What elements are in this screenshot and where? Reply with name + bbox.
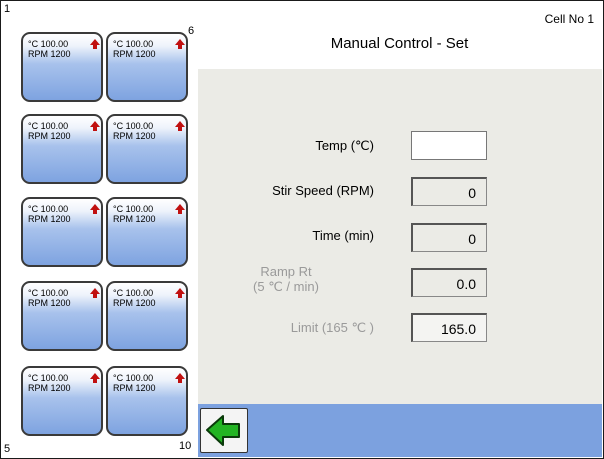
cell-temp: °C 100.00 [113, 204, 154, 214]
cell-6-button[interactable]: °C 100.00 RPM 1200 [106, 32, 188, 102]
corner-label-top-right: 6 [188, 25, 195, 37]
limit-field[interactable]: 165.0 [411, 313, 487, 342]
cell-rpm: RPM 1200 [113, 298, 156, 308]
cell-5-button[interactable]: °C 100.00 RPM 1200 [21, 366, 103, 436]
cell-3-button[interactable]: °C 100.00 RPM 1200 [21, 197, 103, 267]
cell-temp: °C 100.00 [28, 204, 69, 214]
cell-4-button[interactable]: °C 100.00 RPM 1200 [21, 281, 103, 351]
cell-temp: °C 100.00 [113, 121, 154, 131]
cell-rpm: RPM 1200 [28, 49, 71, 59]
cell-temp: °C 100.00 [28, 39, 69, 49]
header: Manual Control - Set Cell No 1 [197, 1, 602, 69]
cell-rpm: RPM 1200 [28, 383, 71, 393]
page-title: Manual Control - Set [330, 35, 469, 52]
ramp-rate-field[interactable]: 0.0 [411, 268, 487, 297]
cell-7-button[interactable]: °C 100.00 RPM 1200 [106, 114, 188, 184]
stir-speed-label: Stir Speed (RPM) [272, 183, 374, 198]
corner-label-bottom-left: 5 [4, 443, 11, 455]
time-field[interactable]: 0 [411, 223, 487, 252]
cell-9-button[interactable]: °C 100.00 RPM 1200 [106, 281, 188, 351]
corner-label-bottom-right: 10 [179, 440, 192, 452]
stir-speed-field[interactable]: 0 [411, 177, 487, 206]
cell-temp: °C 100.00 [113, 288, 154, 298]
cell-temp: °C 100.00 [28, 288, 69, 298]
cell-rpm: RPM 1200 [28, 214, 71, 224]
cell-temp: °C 100.00 [28, 373, 69, 383]
ramp-rate-label-line2: (5 ℃ / min) [253, 278, 319, 294]
time-label: Time (min) [312, 228, 374, 243]
cell-8-button[interactable]: °C 100.00 RPM 1200 [106, 197, 188, 267]
cell-rpm: RPM 1200 [113, 214, 156, 224]
bottom-bar [198, 404, 602, 457]
cell-temp: °C 100.00 [113, 39, 154, 49]
cell-panel: 1 6 5 10 °C 100.00 RPM 1200 °C 100.00 RP… [1, 1, 197, 457]
cell-1-button[interactable]: °C 100.00 RPM 1200 [21, 32, 103, 102]
temp-input[interactable] [411, 131, 487, 160]
cell-number-label: Cell No 1 [544, 12, 594, 26]
temp-label: Temp (℃) [315, 138, 374, 153]
cell-temp: °C 100.00 [113, 373, 154, 383]
cell-rpm: RPM 1200 [28, 131, 71, 141]
cell-rpm: RPM 1200 [113, 49, 156, 59]
control-form: Temp (℃) Stir Speed (RPM) 0 Time (min) 0… [198, 69, 602, 404]
cell-rpm: RPM 1200 [113, 383, 156, 393]
cell-10-button[interactable]: °C 100.00 RPM 1200 [106, 366, 188, 436]
cell-rpm: RPM 1200 [28, 298, 71, 308]
cell-rpm: RPM 1200 [113, 131, 156, 141]
ramp-rate-label: Ramp Rt (5 ℃ / min) [201, 264, 371, 295]
back-button[interactable] [200, 408, 248, 453]
limit-label: Limit (165 ℃ ) [290, 320, 374, 335]
green-left-arrow-icon [206, 415, 240, 446]
ramp-rate-label-line1: Ramp Rt [260, 264, 312, 279]
cell-2-button[interactable]: °C 100.00 RPM 1200 [21, 114, 103, 184]
cell-temp: °C 100.00 [28, 121, 69, 131]
corner-label-top-left: 1 [4, 3, 11, 15]
